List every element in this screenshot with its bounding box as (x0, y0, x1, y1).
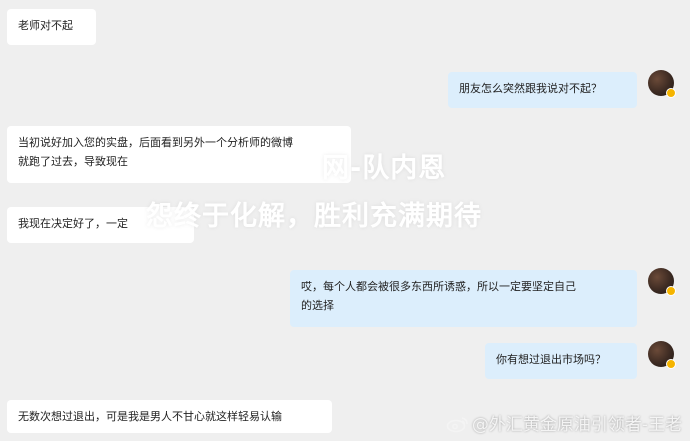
weibo-logo-icon (446, 417, 468, 433)
avatar[interactable] (648, 341, 676, 369)
verified-badge-icon (666, 88, 676, 98)
message-bubble-left[interactable]: 无数次想过退出，可是我是男人不甘心就这样轻易认输 (7, 400, 332, 433)
watermark-text: @外汇黄金原油引领者-王老 (471, 415, 682, 435)
avatar[interactable] (648, 268, 676, 296)
overlay-headline-line2: 怨终于化解，胜利充满期待 (146, 201, 482, 232)
message-bubble-left[interactable]: 当初说好加入您的实盘，后面看到另外一个分析师的微博 就跑了过去，导致现在 (7, 126, 351, 183)
message-bubble-right[interactable]: 朋友怎么突然跟我说对不起？ (448, 72, 637, 108)
message-bubble-right[interactable]: 哎，每个人都会被很多东西所诱惑，所以一定要坚定自己 的选择 (290, 270, 637, 327)
message-bubble-left[interactable]: 老师对不起 (7, 9, 96, 45)
verified-badge-icon (666, 359, 676, 369)
overlay-headline-line1: 网-队内恩 (322, 153, 447, 184)
avatar[interactable] (648, 70, 676, 98)
message-bubble-right[interactable]: 你有想过退出市场吗？ (485, 343, 637, 379)
watermark: @外汇黄金原油引领者-王老 (446, 410, 682, 435)
verified-badge-icon (666, 286, 676, 296)
